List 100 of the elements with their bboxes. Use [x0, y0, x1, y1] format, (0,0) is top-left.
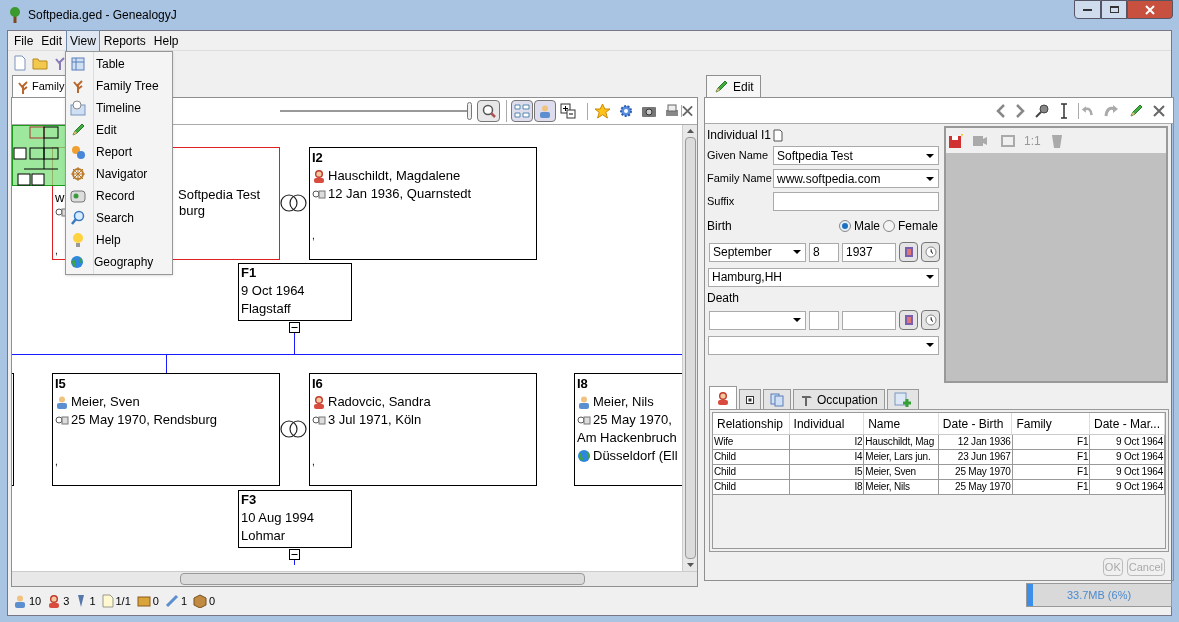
table-cell: I4 — [789, 450, 865, 464]
occupation-tab[interactable]: Occupation — [793, 389, 885, 409]
suffix-field[interactable] — [773, 192, 939, 211]
plus-minus-icon — [560, 103, 576, 119]
scroll-up-icon[interactable] — [686, 129, 694, 133]
table-cell: 23 Jun 1967 — [939, 450, 1013, 464]
globe-icon — [70, 255, 84, 269]
scroll-down-icon[interactable] — [686, 563, 694, 567]
column-header[interactable]: Family — [1012, 413, 1090, 434]
count-label: 0 — [209, 593, 216, 609]
menu-item[interactable]: Reports — [99, 29, 150, 52]
overview-button[interactable] — [511, 100, 533, 122]
marriage-place: Flagstaff — [241, 300, 291, 318]
vertical-scrollbar[interactable] — [682, 125, 697, 571]
collapse-icon[interactable] — [289, 549, 300, 560]
marriage-place: Lohmar — [241, 527, 286, 545]
column-header[interactable]: Date - Mar... — [1090, 413, 1165, 434]
clock-icon — [924, 314, 937, 326]
place-combo[interactable] — [708, 335, 939, 355]
close-icon[interactable] — [681, 105, 693, 117]
maximize-button[interactable] — [1101, 0, 1127, 19]
month-combo[interactable] — [709, 310, 806, 330]
table-cell: Child — [713, 480, 790, 494]
sex-radio[interactable]: Female — [883, 217, 938, 235]
table-cell: Wife — [713, 435, 790, 449]
menu-entry[interactable]: Report — [66, 141, 172, 163]
table-cell: F1 — [1012, 450, 1091, 464]
clock-icon — [924, 246, 937, 258]
menu-item[interactable]: View — [66, 29, 100, 52]
tree-icon[interactable] — [52, 55, 68, 71]
year-field[interactable]: 1937 — [842, 242, 896, 262]
close-button[interactable] — [1127, 0, 1173, 19]
day-field[interactable] — [809, 310, 839, 330]
menu-item[interactable]: File — [10, 29, 38, 52]
family-name-combo[interactable]: www.softpedia.com — [773, 169, 939, 188]
horizontal-scrollbar[interactable] — [12, 571, 697, 586]
birth-date-place: 3 Jul 1971, Köln — [328, 411, 422, 429]
column-header[interactable]: Name — [864, 413, 939, 434]
column-header[interactable]: Date - Birth — [938, 413, 1013, 434]
count-label: 1 — [89, 593, 96, 609]
menu-entry[interactable]: Navigator — [66, 163, 172, 185]
person-id: I5 — [55, 375, 66, 393]
magnifier-button[interactable] — [477, 100, 500, 122]
undo-icon[interactable] — [1078, 102, 1094, 119]
lightbulb-icon — [70, 232, 86, 248]
menu-entry[interactable]: Record — [66, 185, 172, 207]
menu-item[interactable]: Help — [149, 29, 183, 52]
save-icon[interactable] — [948, 132, 964, 149]
slider-thumb[interactable] — [467, 102, 472, 120]
column-header[interactable]: Individual — [789, 413, 865, 434]
forward-icon[interactable] — [1015, 103, 1025, 118]
box-icon — [193, 594, 208, 608]
person-button[interactable] — [534, 100, 556, 122]
death-info: , — [55, 244, 58, 258]
redo-icon[interactable] — [1103, 102, 1119, 119]
menu-item[interactable]: Edit — [37, 29, 67, 52]
place-combo[interactable]: Hamburg,HH — [708, 267, 939, 287]
calendar-button[interactable] — [899, 310, 918, 330]
menu-entry[interactable]: Help — [66, 229, 172, 251]
printer-icon[interactable] — [664, 103, 680, 119]
table-icon — [70, 56, 86, 72]
menu-entry[interactable]: Edit — [66, 119, 172, 141]
column-header[interactable]: Relationship — [713, 413, 790, 434]
sex-radio[interactable]: Male — [838, 217, 880, 235]
table-cell: 25 May 1970 — [939, 465, 1013, 479]
window-title: Softpedia.ged - GenealogyJ — [28, 7, 177, 24]
fold-button[interactable] — [557, 100, 579, 122]
collapse-icon[interactable] — [289, 322, 300, 333]
year-field[interactable] — [842, 310, 896, 330]
table-cell: 9 Oct 1964 — [1090, 480, 1165, 494]
card-icon — [70, 188, 86, 204]
table-cell: 9 Oct 1964 — [1090, 435, 1165, 449]
man-icon — [13, 594, 27, 608]
given-name-combo[interactable]: Softpedia Test — [773, 146, 939, 165]
table-cell: F1 — [1012, 480, 1091, 494]
menu-entry[interactable]: Timeline — [66, 97, 172, 119]
edit-tab[interactable]: Edit — [706, 75, 761, 97]
calendar-button[interactable] — [899, 242, 918, 262]
zoom-slider[interactable] — [280, 102, 472, 120]
text-cursor-icon[interactable] — [1059, 102, 1069, 119]
back-icon[interactable] — [996, 103, 1006, 118]
birth-date-place: 25 May 1970, — [593, 411, 672, 429]
clock-button[interactable] — [921, 310, 940, 330]
month-combo[interactable]: September — [709, 242, 806, 262]
menu-entry[interactable]: Table — [66, 53, 172, 75]
icon-tab[interactable] — [739, 389, 761, 409]
close-icon — [1145, 4, 1155, 15]
death-info: , — [312, 229, 315, 243]
pencil-icon[interactable] — [1128, 102, 1144, 119]
menu-entry[interactable]: Geography — [66, 251, 172, 273]
menu-entry[interactable]: Search — [66, 207, 172, 229]
star-icon[interactable] — [594, 102, 611, 120]
clock-button[interactable] — [921, 242, 940, 262]
minimize-button[interactable] — [1074, 0, 1101, 19]
grid-icon — [514, 103, 530, 119]
day-field[interactable]: 8 — [809, 242, 839, 262]
woman-icon — [716, 391, 730, 405]
close-icon[interactable] — [1153, 104, 1165, 117]
pencil-icon — [713, 78, 729, 95]
gear-icon[interactable] — [618, 103, 634, 119]
